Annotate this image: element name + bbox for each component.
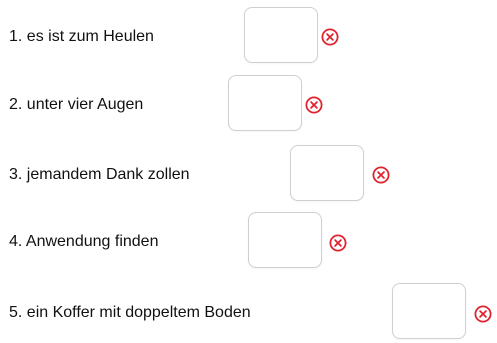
answer-drop-box[interactable] [248,212,322,268]
answer-drop-box[interactable] [228,75,302,131]
exercise-list: 1. es ist zum Heulen 2. unter vier Augen… [0,0,497,339]
wrong-circle-x-icon [304,95,324,115]
wrong-circle-x-icon [320,27,340,47]
wrong-circle-x-icon [328,233,348,253]
answer-drop-box[interactable] [290,145,364,201]
wrong-circle-x-icon [473,304,493,324]
item-label: 3. jemandem Dank zollen [9,166,190,183]
answer-drop-box[interactable] [392,283,466,339]
item-label: 1. es ist zum Heulen [9,28,154,45]
answer-drop-box[interactable] [244,7,318,63]
item-label: 5. ein Koffer mit doppeltem Boden [9,304,251,321]
wrong-circle-x-icon [371,165,391,185]
item-label: 2. unter vier Augen [9,96,144,113]
item-label: 4. Anwendung finden [9,233,159,250]
